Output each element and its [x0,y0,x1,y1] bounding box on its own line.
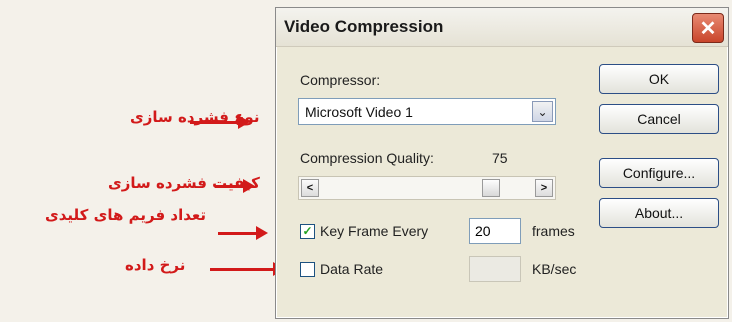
configure-button[interactable]: Configure... [599,158,719,188]
quality-label: Compression Quality: [300,150,434,166]
annotation-arrow [190,121,240,124]
annotation-arrow-head [238,115,250,129]
annotation-text: نرخ داده [125,256,186,274]
cancel-button[interactable]: Cancel [599,104,719,134]
keyframe-checkbox[interactable]: ✓ [300,224,315,239]
about-button[interactable]: About... [599,198,719,228]
annotation-key-frames: تعداد فریم های کلیدی [45,202,206,228]
frames-label: frames [532,223,575,239]
dropdown-button[interactable]: ⌄ [532,101,553,122]
annotation-arrow-head [256,226,268,240]
annotation-compression-quality: کیفیت فشرده سازی [108,170,260,196]
keyframe-input[interactable]: 20 [469,218,521,244]
compressor-value: Microsoft Video 1 [305,104,413,120]
annotation-arrow-head [243,179,255,193]
ok-button[interactable]: OK [599,64,719,94]
chevron-left-icon: < [306,182,314,194]
scroll-left-button[interactable]: < [301,179,319,197]
close-icon: ✕ [699,17,717,40]
dialog-title: Video Compression [284,17,444,36]
slider-thumb[interactable] [482,179,500,197]
datarate-unit: KB/sec [532,261,577,277]
datarate-input[interactable] [469,256,521,282]
title-bar: Video Compression ✕ [276,8,728,47]
close-button[interactable]: ✕ [692,13,724,43]
video-compression-dialog: Video Compression ✕ Compressor: Microsof… [275,7,729,319]
annotation-arrow [218,232,258,235]
scroll-right-button[interactable]: > [535,179,553,197]
check-mark-icon: ✓ [302,224,313,238]
compressor-label: Compressor: [300,72,381,88]
annotation-text: کیفیت فشرده سازی [108,174,260,192]
annotation-data-rate: نرخ داده [125,252,185,278]
datarate-checkbox[interactable] [300,262,315,277]
compressor-select[interactable]: Microsoft Video 1 ⌄ [298,98,556,125]
annotation-text: تعداد فریم های کلیدی [45,206,206,224]
quality-value: 75 [492,150,508,166]
chevron-right-icon: > [540,182,548,194]
annotation-arrow [215,185,245,188]
datarate-label: Data Rate [320,261,384,277]
chevron-down-icon: ⌄ [537,104,548,119]
keyframe-label: Key Frame Every [320,223,429,239]
annotation-arrow [210,268,275,271]
quality-slider[interactable]: < > [298,176,556,200]
